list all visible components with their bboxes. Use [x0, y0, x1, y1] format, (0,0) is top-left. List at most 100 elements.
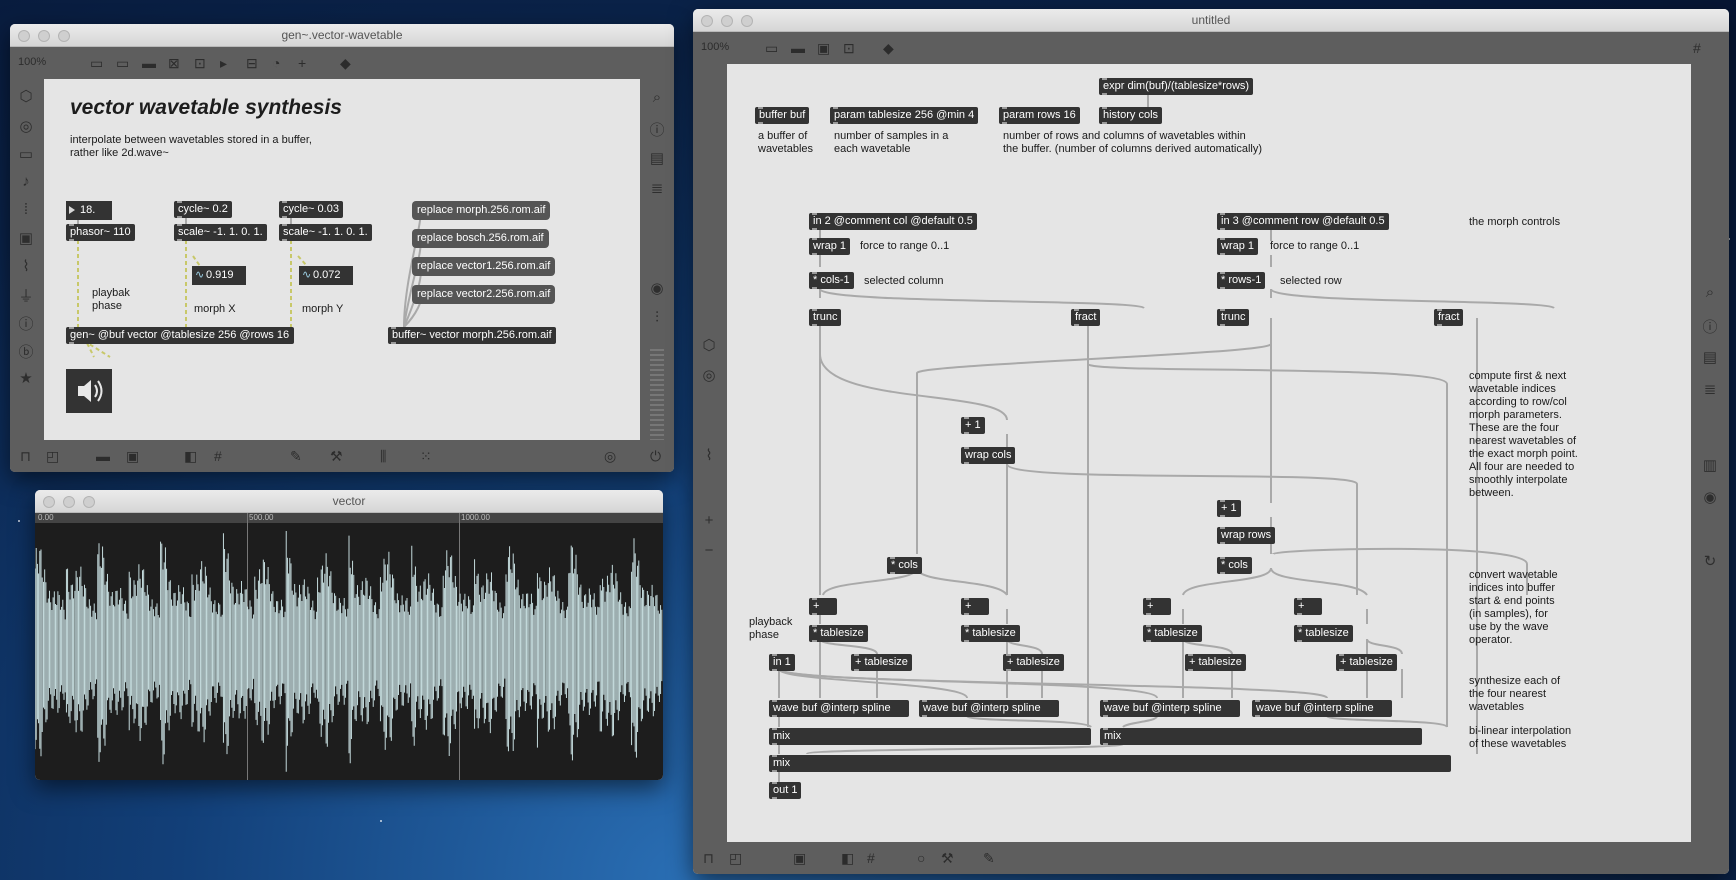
mul-cols-a-object[interactable]: * cols	[887, 557, 922, 574]
info-icon[interactable]: ⓘ	[16, 313, 36, 334]
gen-object[interactable]: gen~ @buf vector @tablesize 256 @rows 16	[66, 327, 294, 344]
grid-icon[interactable]: #	[1693, 40, 1701, 56]
in1-object[interactable]: in 1	[769, 654, 795, 671]
cycle-x-object[interactable]: cycle~ 0.2	[174, 201, 232, 218]
hammer-icon[interactable]: ⚒	[941, 850, 954, 866]
wrench-icon[interactable]: ⚒	[330, 448, 343, 464]
dots-icon[interactable]: ⁞	[16, 201, 36, 218]
mul-cols-b-object[interactable]: * cols	[1217, 557, 1252, 574]
comment-icon[interactable]: ▬	[142, 55, 156, 71]
scale-x-object[interactable]: scale~ -1. 1. 0. 1.	[174, 224, 267, 241]
toggle-icon[interactable]: ⊡	[194, 55, 206, 71]
list-icon[interactable]: ≣	[1700, 380, 1720, 398]
rows-minus1-object[interactable]: * rows-1	[1217, 272, 1266, 289]
mul-tablesize-object[interactable]: * tablesize	[1143, 625, 1202, 642]
button-icon[interactable]: ⊠	[168, 55, 180, 71]
plus-object[interactable]: +	[1143, 598, 1171, 615]
plus-object[interactable]: +	[1294, 598, 1322, 615]
mixer-icon[interactable]: ⫶	[647, 309, 667, 326]
plus-tablesize-object[interactable]: + tablesize	[851, 654, 912, 671]
zoom-level[interactable]: 100%	[18, 56, 46, 68]
paint-bucket-icon[interactable]: ◆	[883, 40, 894, 56]
lock-icon[interactable]: ⊓	[20, 448, 31, 464]
reference-icon[interactable]: ▤	[1700, 348, 1720, 366]
mix-object[interactable]: mix	[769, 728, 1091, 745]
power-icon[interactable]: ⏻	[650, 448, 661, 464]
music-icon[interactable]: ♪	[16, 173, 36, 190]
search-icon[interactable]: ⌕	[1700, 284, 1720, 301]
zoom-in-icon[interactable]: +	[699, 512, 719, 529]
expr-object[interactable]: expr dim(buf)/(tablesize*rows)	[1099, 78, 1254, 95]
plus-icon[interactable]: +	[298, 55, 306, 71]
message-replace-vector1[interactable]: replace vector1.256.rom.aif	[412, 257, 556, 276]
camera-icon[interactable]: ◉	[1700, 488, 1720, 506]
wave-object[interactable]: wave buf @interp spline	[919, 700, 1059, 717]
zoom-out-icon[interactable]: −	[699, 542, 719, 559]
wave-object[interactable]: wave buf @interp spline	[1252, 700, 1392, 717]
debug-icon[interactable]: ◧	[184, 448, 197, 464]
patcher-canvas[interactable]: vector wavetable synthesis interpolate b…	[44, 79, 640, 440]
number-icon[interactable]: ▸	[220, 55, 227, 71]
comment-icon[interactable]: ▬	[791, 40, 805, 56]
target-icon[interactable]: ◎	[16, 117, 36, 135]
message-replace-vector2[interactable]: replace vector2.256.rom.aif	[412, 285, 556, 304]
trunc-col-object[interactable]: trunc	[809, 309, 842, 326]
scope-y-number[interactable]: ∿ 0.072	[299, 266, 353, 285]
frequency-number-box[interactable]: 18.	[66, 201, 112, 220]
dial-icon[interactable]: ◔	[272, 55, 280, 71]
plus-tablesize-object[interactable]: + tablesize	[1336, 654, 1397, 671]
mul-tablesize-object[interactable]: * tablesize	[1294, 625, 1353, 642]
bpatcher-icon[interactable]: ⓑ	[16, 341, 36, 362]
object-icon[interactable]: ▭	[116, 55, 129, 71]
mul-tablesize-object[interactable]: * tablesize	[961, 625, 1020, 642]
debug-icon[interactable]: ◧	[841, 850, 854, 866]
buffer-buf-object[interactable]: buffer buf	[755, 107, 810, 124]
gen-patcher-canvas[interactable]: expr dim(buf)/(tablesize*rows) buffer bu…	[727, 64, 1691, 842]
slider-icon[interactable]: ⊟	[246, 55, 258, 71]
codebox-icon[interactable]: ⊡	[843, 40, 855, 56]
object-icon[interactable]: ▣	[817, 40, 830, 56]
waveform-display[interactable]: 0.00 500.00 1000.00	[35, 513, 663, 780]
in2-object[interactable]: in 2 @comment col @default 0.5	[809, 213, 977, 230]
audio-icon[interactable]: ◎	[604, 448, 616, 464]
cycle-y-object[interactable]: cycle~ 0.03	[279, 201, 343, 218]
inspector-icon[interactable]: ⓘ	[1700, 316, 1720, 337]
plug-icon[interactable]: ⏚	[16, 285, 36, 306]
title-bar[interactable]: vector	[35, 490, 663, 513]
plus-tablesize-object[interactable]: + tablesize	[1003, 654, 1064, 671]
reference-icon[interactable]: ▤	[647, 149, 667, 167]
plus1-col-object[interactable]: + 1	[961, 417, 985, 434]
grid-icon[interactable]: #	[867, 850, 875, 866]
message-replace-morph[interactable]: replace morph.256.rom.aif	[412, 201, 551, 220]
lock-icon[interactable]: ⊓	[703, 850, 714, 866]
presentation-mode-icon[interactable]: ◰	[46, 448, 59, 464]
out1-object[interactable]: out 1	[769, 782, 802, 799]
in3-object[interactable]: in 3 @comment row @default 0.5	[1217, 213, 1389, 230]
dsp-icon[interactable]: ○	[917, 850, 925, 866]
plus-object[interactable]: +	[961, 598, 989, 615]
presentation-mode-icon[interactable]: ◰	[729, 850, 742, 866]
camera-icon[interactable]: ◉	[647, 279, 667, 297]
inspector-icon[interactable]: ⓘ	[647, 119, 667, 140]
mix-object[interactable]: mix	[769, 755, 1451, 772]
plus-tablesize-object[interactable]: + tablesize	[1185, 654, 1246, 671]
list-icon[interactable]: ≣	[647, 179, 667, 197]
fract-row-object[interactable]: fract	[1434, 309, 1464, 326]
image-icon[interactable]: ▣	[16, 229, 36, 247]
zoom-level[interactable]: 100%	[701, 41, 729, 53]
plus1-row-object[interactable]: + 1	[1217, 500, 1241, 517]
search-icon[interactable]: ⌕	[647, 89, 667, 106]
wrap-cols-object[interactable]: wrap cols	[961, 447, 1016, 464]
presentation-icon[interactable]: ▭	[765, 40, 778, 56]
wrap1-col-object[interactable]: wrap 1	[809, 238, 851, 255]
comment-bubble-icon[interactable]: ▬	[96, 448, 110, 464]
title-bar[interactable]: gen~.vector-wavetable	[10, 24, 674, 47]
windows-icon[interactable]: ▣	[126, 448, 139, 464]
cube-icon[interactable]: ⬡	[16, 87, 36, 105]
tools-icon[interactable]: ✎	[983, 850, 995, 866]
plus-object[interactable]: +	[809, 598, 837, 615]
keyboard-icon[interactable]: ⫼	[380, 448, 386, 464]
tools-icon[interactable]: ✎	[290, 448, 302, 464]
paperclip-icon[interactable]: ⌇	[16, 257, 36, 275]
cols-minus1-object[interactable]: * cols-1	[809, 272, 854, 289]
